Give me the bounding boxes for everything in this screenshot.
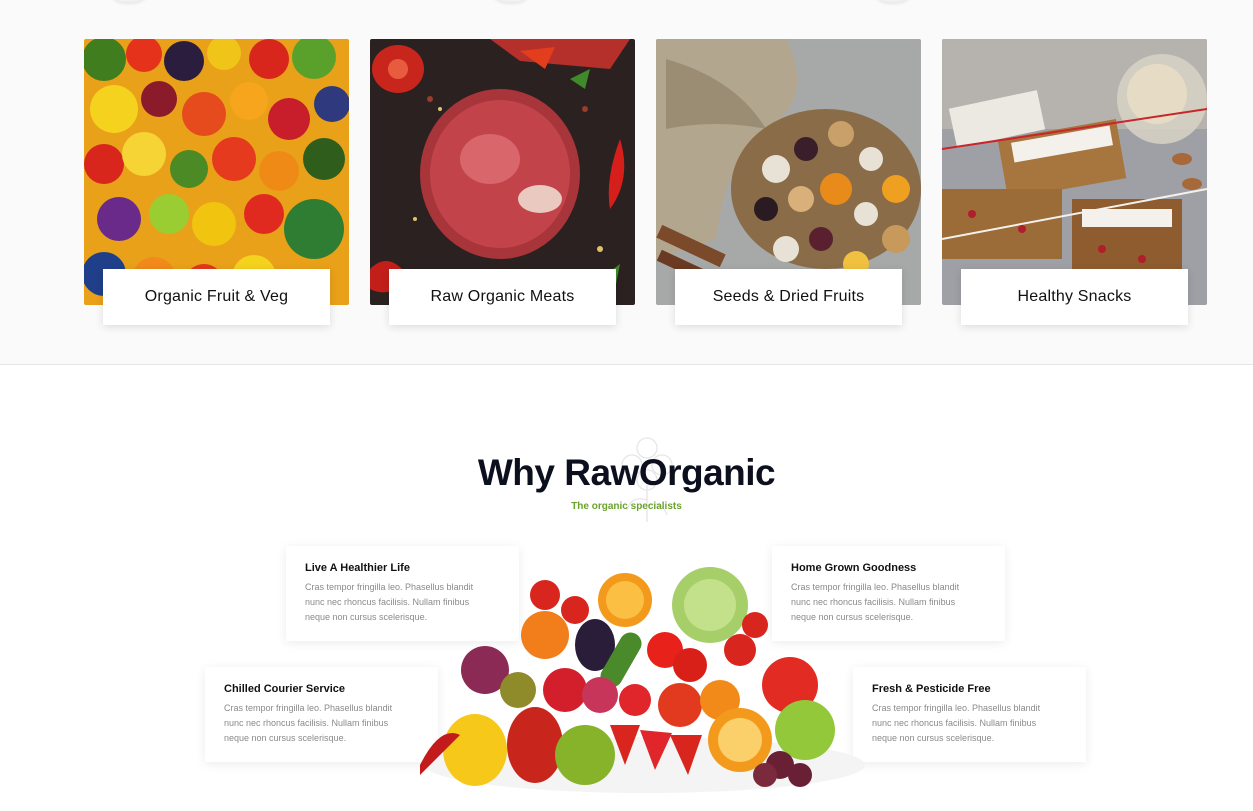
- feature-card: Fresh & Pesticide Free Cras tempor fring…: [853, 667, 1086, 762]
- category-card-fruit-veg[interactable]: Organic Fruit & Veg: [84, 39, 349, 326]
- snack-bars-image[interactable]: [942, 39, 1207, 305]
- section-title: Why RawOrganic: [477, 452, 776, 493]
- feature-title: Fresh & Pesticide Free: [872, 683, 991, 695]
- feature-title: Live A Healthier Life: [305, 562, 410, 574]
- category-card-healthy-snacks[interactable]: Healthy Snacks: [942, 39, 1207, 326]
- seeds-nuts-image[interactable]: [656, 39, 921, 305]
- category-label[interactable]: Organic Fruit & Veg: [103, 269, 330, 325]
- category-icon-circle: [106, 0, 152, 2]
- category-label[interactable]: Raw Organic Meats: [389, 269, 616, 325]
- category-label[interactable]: Healthy Snacks: [961, 269, 1188, 325]
- category-card-seeds-dried-fruits[interactable]: Seeds & Dried Fruits: [656, 39, 921, 326]
- feature-text: Cras tempor fringilla leo. Phasellus bla…: [224, 703, 393, 743]
- raw-meat-image[interactable]: [370, 39, 635, 305]
- fruit-veg-image[interactable]: [84, 39, 349, 305]
- feature-text: Cras tempor fringilla leo. Phasellus bla…: [872, 703, 1041, 743]
- categories-section: Organic Fruit & Veg Raw Organic Meats Se…: [0, 0, 1253, 365]
- feature-title: Chilled Courier Service: [224, 683, 346, 695]
- category-card-meats[interactable]: Raw Organic Meats: [370, 39, 635, 326]
- category-icon-circle: [488, 0, 534, 2]
- feature-card: Chilled Courier Service Cras tempor frin…: [205, 667, 438, 762]
- category-icon-circle: [870, 0, 916, 2]
- section-subtitle: The organic specialists: [571, 501, 682, 512]
- produce-pile-image: [410, 565, 880, 800]
- category-label[interactable]: Seeds & Dried Fruits: [675, 269, 902, 325]
